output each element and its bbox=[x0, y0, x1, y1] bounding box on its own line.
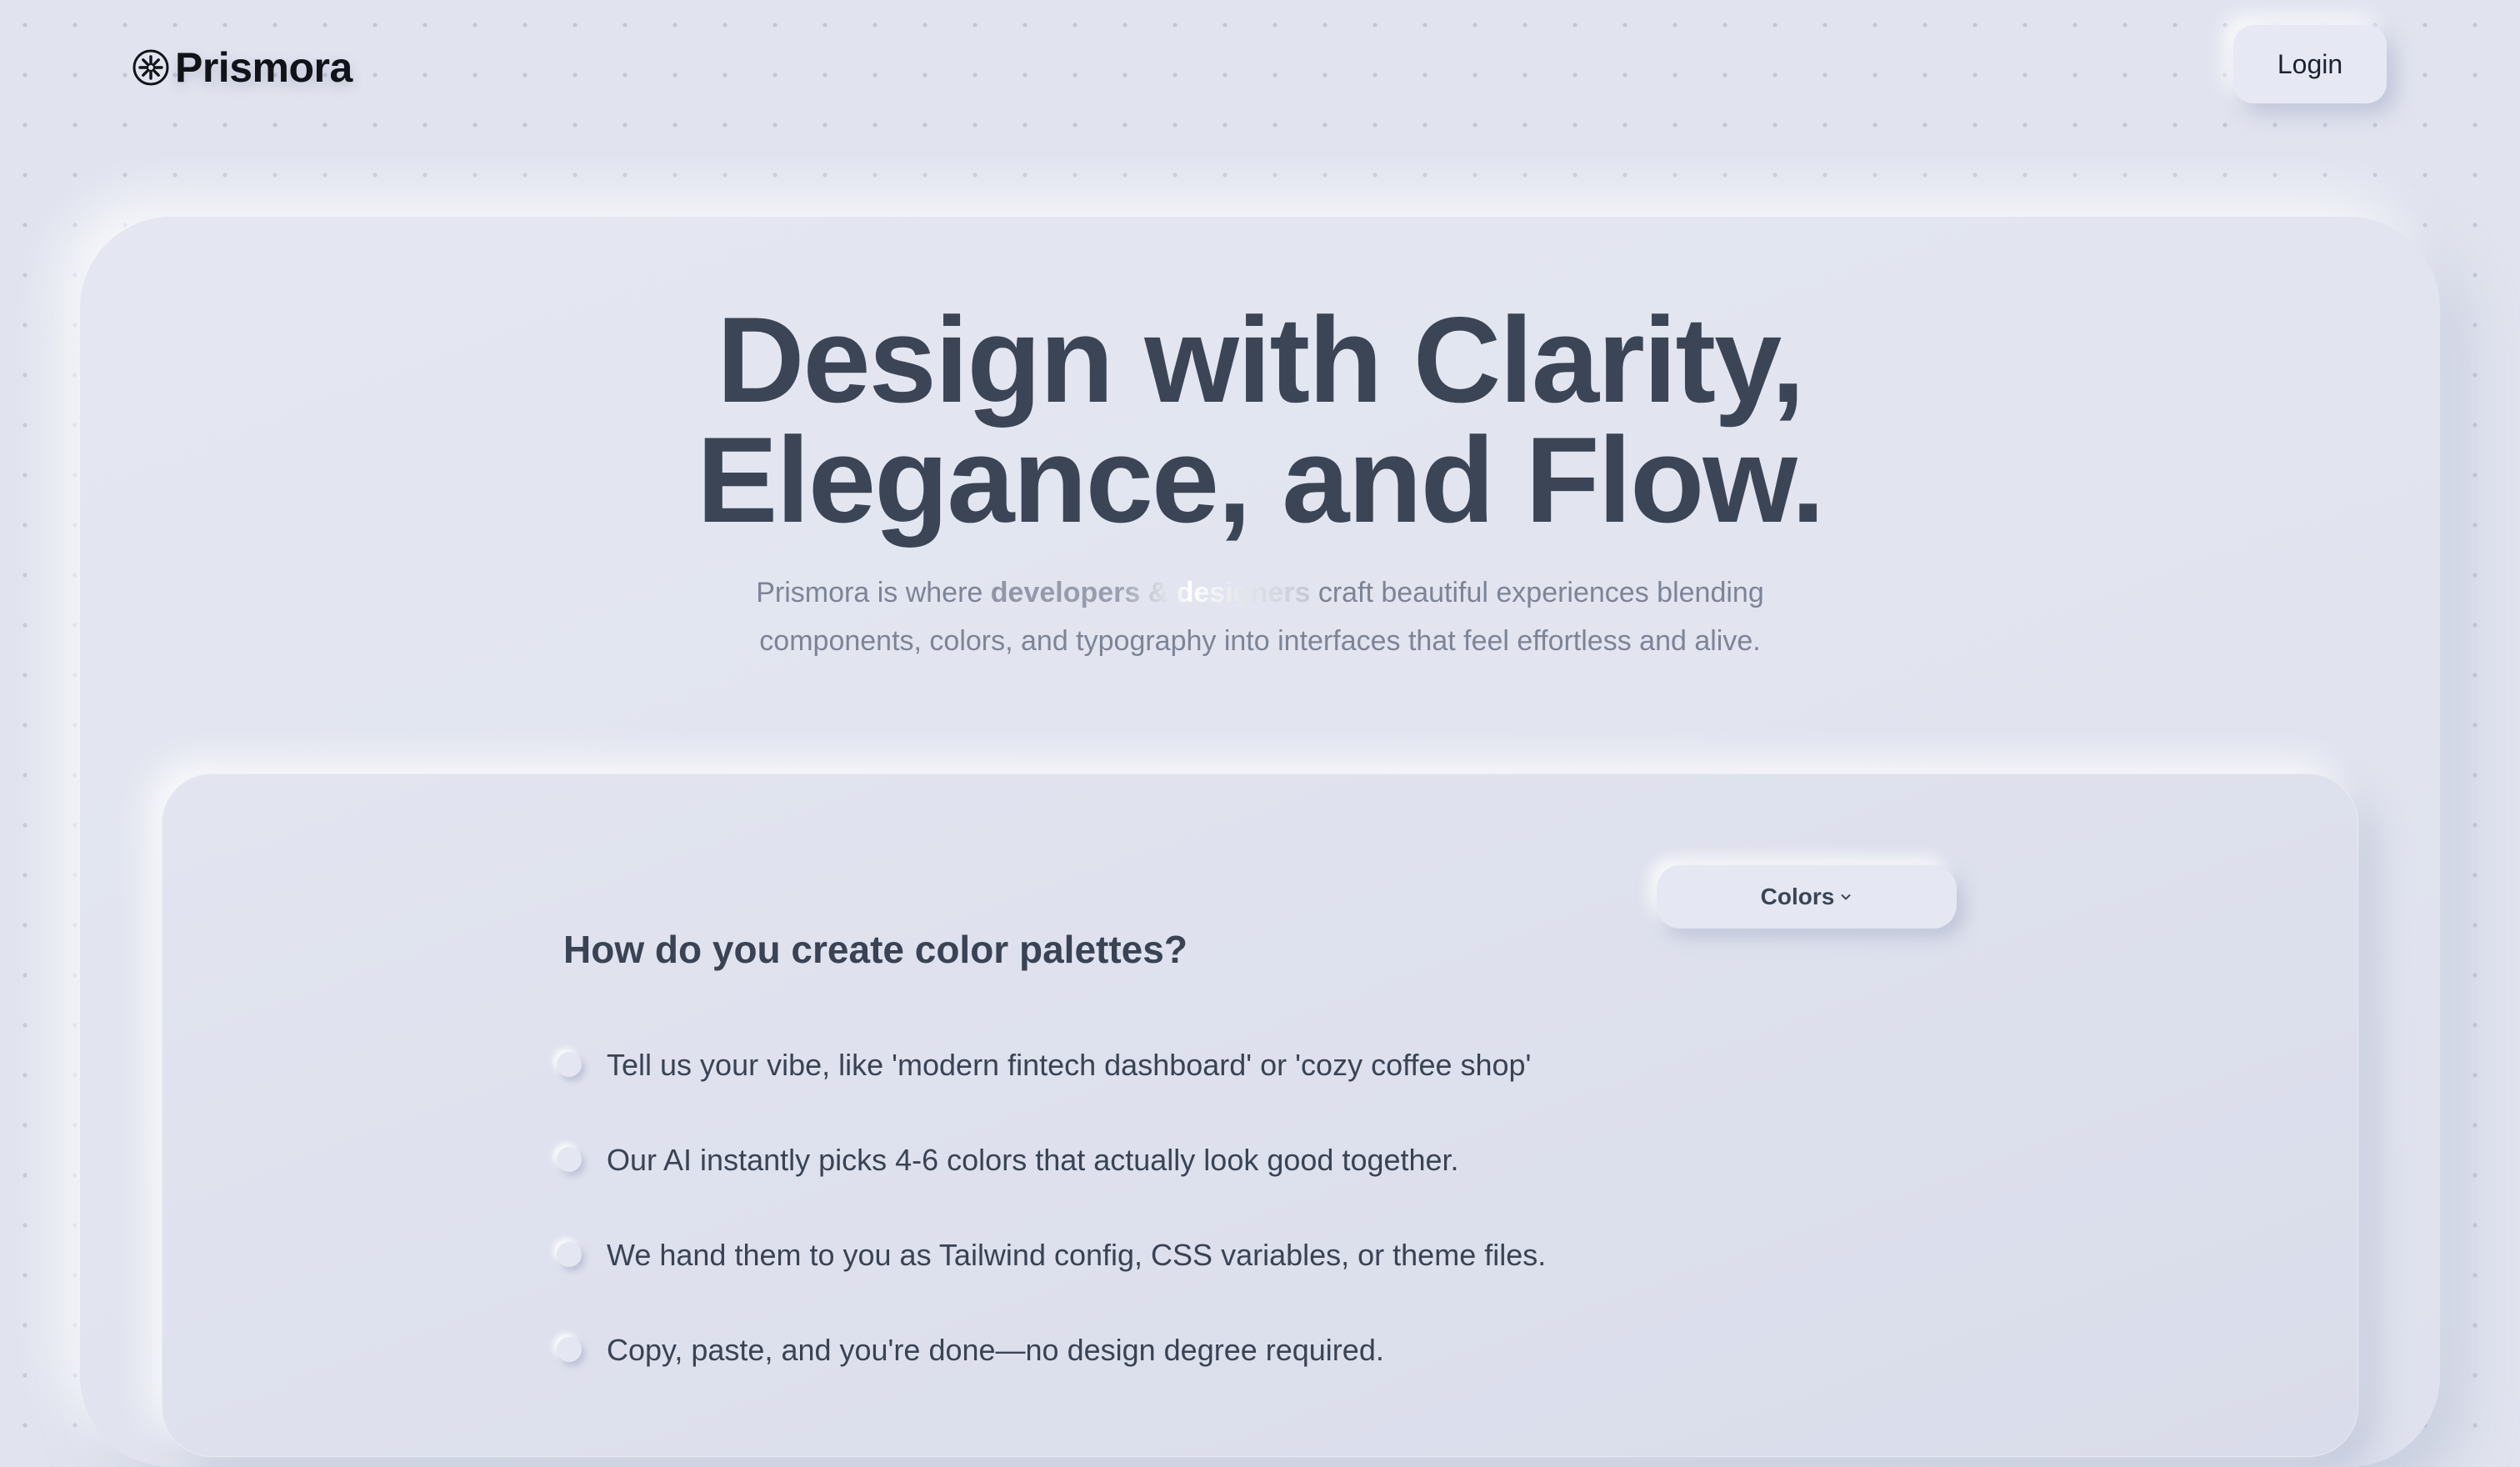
login-button[interactable]: Login bbox=[2233, 25, 2387, 103]
step-bullet-icon bbox=[557, 1147, 582, 1172]
step-text: We hand them to you as Tailwind config, … bbox=[607, 1238, 1547, 1272]
step-item: We hand them to you as Tailwind config, … bbox=[557, 1230, 1546, 1325]
step-text: Copy, paste, and you're done—no design d… bbox=[607, 1333, 1384, 1367]
step-text: Tell us your vibe, like 'modern fintech … bbox=[607, 1048, 1532, 1082]
step-item: Our AI instantly picks 4-6 colors that a… bbox=[557, 1135, 1546, 1230]
step-bullet-icon bbox=[557, 1242, 582, 1267]
brand-name: Prismora bbox=[175, 44, 352, 91]
step-item: Tell us your vibe, like 'modern fintech … bbox=[557, 1040, 1546, 1135]
step-text: Our AI instantly picks 4-6 colors that a… bbox=[607, 1143, 1459, 1177]
faq-question: How do you create color palettes? bbox=[563, 928, 1188, 971]
hero-subtitle-end: craft beautiful experiences blending bbox=[1310, 577, 1764, 608]
step-item: Copy, paste, and you're done—no design d… bbox=[557, 1325, 1546, 1420]
hero-title-line-1: Design with Clarity, bbox=[717, 292, 1805, 428]
category-dropdown-button[interactable]: Colors bbox=[1657, 865, 1957, 929]
hero-title: Design with Clarity, Elegance, and Flow. bbox=[0, 292, 2520, 548]
chevron-down-icon bbox=[1841, 894, 1851, 900]
hero-subtitle: Prismora is where developers & designers… bbox=[0, 568, 2520, 665]
hero-subtitle-emphasis: developers & designers bbox=[990, 577, 1311, 608]
category-dropdown-label: Colors bbox=[1760, 884, 1835, 909]
steps-list: Tell us your vibe, like 'modern fintech … bbox=[557, 1040, 1546, 1420]
hero-subtitle-start: Prismora is where bbox=[756, 577, 991, 608]
asterisk-circle-icon bbox=[132, 49, 169, 86]
hero-subtitle-line-2: components, colors, and typography into … bbox=[759, 625, 1761, 657]
brand-logo[interactable]: Prismora bbox=[132, 43, 352, 92]
step-bullet-icon bbox=[557, 1337, 582, 1362]
step-bullet-icon bbox=[557, 1052, 582, 1077]
hero-subtitle-line-1: Prismora is where developers & designers… bbox=[0, 568, 2520, 617]
hero-title-line-2: Elegance, and Flow. bbox=[697, 412, 1825, 548]
